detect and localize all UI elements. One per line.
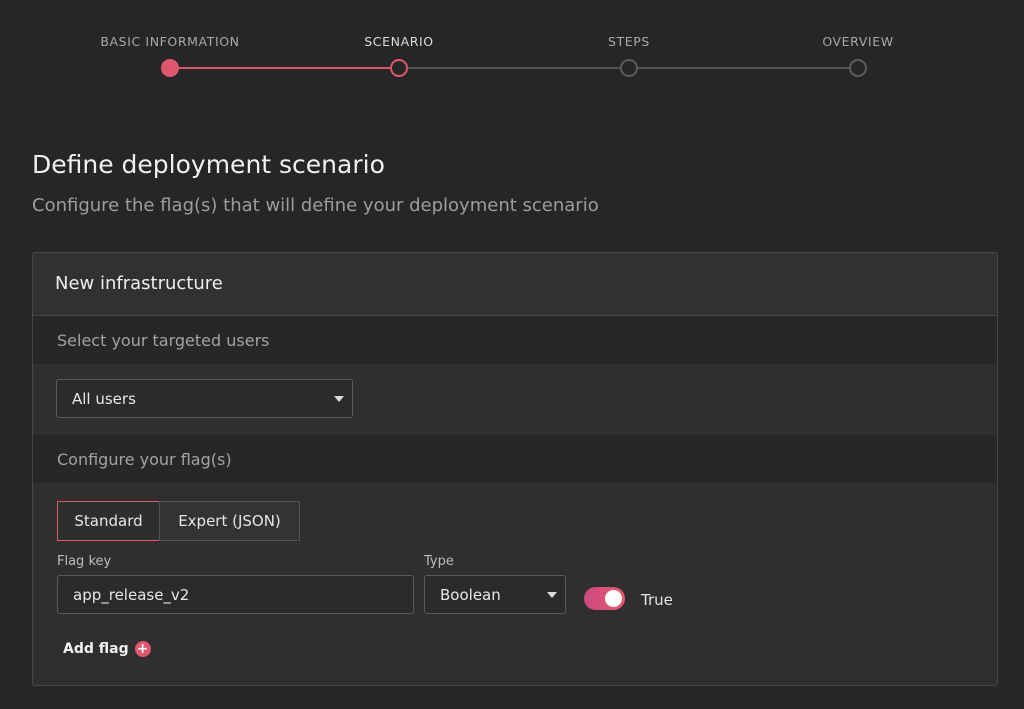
flag-key-value: app_release_v2	[73, 585, 190, 604]
step-dot-scenario[interactable]	[390, 59, 408, 77]
chevron-down-icon	[547, 591, 557, 598]
plus-circle-icon: +	[134, 641, 151, 657]
step-label-scenario: SCENARIO	[364, 34, 434, 49]
page-subtitle: Configure the flag(s) that will define y…	[32, 195, 599, 216]
step-dot-overview[interactable]	[849, 59, 867, 77]
targeting-section-header: Select your targeted users	[33, 316, 997, 364]
step-label-overview: OVERVIEW	[822, 34, 894, 49]
add-flag-button[interactable]: Add flag +	[63, 641, 151, 657]
flag-type-value: Boolean	[440, 585, 501, 604]
flag-key-input[interactable]: app_release_v2	[57, 575, 414, 614]
targeted-users-value: All users	[72, 389, 136, 408]
flag-value-label: True	[641, 591, 673, 609]
tab-standard[interactable]: Standard	[57, 501, 160, 541]
targeted-users-select[interactable]: All users	[56, 379, 353, 418]
scenario-card: New infrastructure Select your targeted …	[32, 252, 998, 686]
flag-type-select[interactable]: Boolean	[424, 575, 566, 614]
card-title: New infrastructure	[33, 253, 997, 316]
step-connector-3	[638, 67, 850, 69]
flag-key-label: Flag key	[57, 554, 112, 569]
step-label-steps: STEPS	[608, 34, 650, 49]
progress-stepper: BASIC INFORMATION SCENARIO STEPS OVERVIE…	[0, 0, 1024, 100]
toggle-knob	[605, 590, 622, 607]
step-connector-2	[408, 67, 620, 69]
type-label: Type	[424, 554, 454, 569]
targeting-section-body: All users	[33, 364, 997, 435]
step-label-basic-information: BASIC INFORMATION	[100, 34, 240, 49]
page-title: Define deployment scenario	[32, 150, 385, 179]
step-dot-steps[interactable]	[620, 59, 638, 77]
flag-value-toggle[interactable]	[584, 587, 625, 610]
add-flag-label: Add flag	[63, 641, 129, 657]
tab-expert-json[interactable]: Expert (JSON)	[159, 501, 300, 541]
step-connector-1	[178, 67, 390, 69]
chevron-down-icon	[334, 395, 344, 402]
step-dot-basic-information[interactable]	[161, 59, 179, 77]
flags-section-header: Configure your flag(s)	[33, 435, 997, 483]
